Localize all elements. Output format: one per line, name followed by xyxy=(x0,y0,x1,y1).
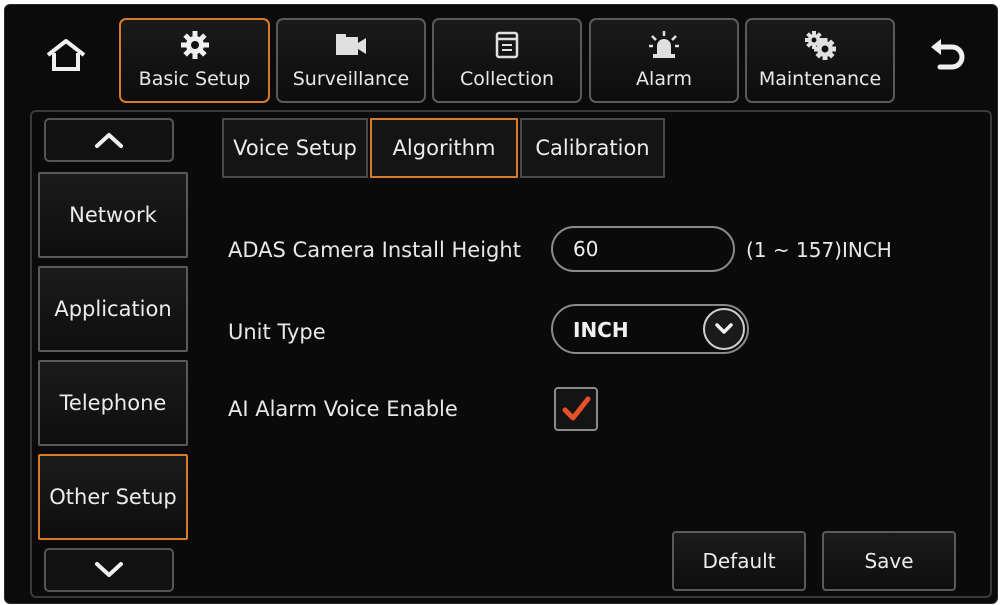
video-camera-icon xyxy=(334,28,368,62)
checkmark-icon xyxy=(562,396,591,421)
home-icon xyxy=(46,39,86,71)
sidebar-item-label: Telephone xyxy=(59,391,167,415)
scroll-down-button[interactable] xyxy=(44,548,174,592)
ai-alarm-voice-checkbox[interactable] xyxy=(554,387,598,431)
tab-alarm[interactable]: Alarm xyxy=(589,18,739,103)
tab-algorithm[interactable]: Algorithm xyxy=(370,118,518,178)
sidebar-item-label: Network xyxy=(69,203,157,227)
tab-label: Collection xyxy=(460,68,554,90)
home-button[interactable] xyxy=(36,30,96,80)
install-height-input[interactable] xyxy=(551,226,735,272)
tab-basic-setup[interactable]: Basic Setup xyxy=(119,18,270,103)
install-height-range: (1 ~ 157)INCH xyxy=(746,238,892,262)
tab-collection[interactable]: Collection xyxy=(432,18,582,103)
sidebar-item-telephone[interactable]: Telephone xyxy=(38,360,188,446)
tab-label: Calibration xyxy=(535,136,650,160)
sidebar-item-label: Other Setup xyxy=(49,485,177,509)
chevron-up-icon xyxy=(95,133,123,148)
button-label: Default xyxy=(702,549,776,573)
gear-icon xyxy=(180,28,210,62)
chevron-down-icon xyxy=(95,562,123,577)
tab-label: Voice Setup xyxy=(233,136,357,160)
alarm-light-icon xyxy=(648,28,680,62)
scroll-up-button[interactable] xyxy=(44,118,174,162)
unit-type-select[interactable]: INCH xyxy=(551,304,749,354)
tab-label: Basic Setup xyxy=(138,68,251,90)
default-button[interactable]: Default xyxy=(672,531,806,591)
save-button[interactable]: Save xyxy=(822,531,956,591)
tab-voice-setup[interactable]: Voice Setup xyxy=(222,118,368,178)
install-height-label: ADAS Camera Install Height xyxy=(228,238,521,262)
ai-alarm-voice-label: AI Alarm Voice Enable xyxy=(228,397,458,421)
tab-label: Alarm xyxy=(636,68,692,90)
unit-type-value: INCH xyxy=(573,318,629,342)
back-arrow-icon xyxy=(931,39,965,70)
sidebar-item-label: Application xyxy=(54,297,172,321)
button-label: Save xyxy=(864,549,914,573)
tab-calibration[interactable]: Calibration xyxy=(520,118,665,178)
back-button[interactable] xyxy=(918,30,978,80)
gears-icon xyxy=(803,28,837,62)
sidebar-item-network[interactable]: Network xyxy=(38,172,188,258)
tab-label: Maintenance xyxy=(758,68,882,90)
document-icon xyxy=(494,28,520,62)
tab-label: Algorithm xyxy=(392,136,496,160)
tab-label: Surveillance xyxy=(292,68,410,90)
sidebar-item-other-setup[interactable]: Other Setup xyxy=(38,454,188,540)
chevron-down-icon xyxy=(703,308,745,350)
unit-type-label: Unit Type xyxy=(228,320,326,344)
sidebar-item-application[interactable]: Application xyxy=(38,266,188,352)
tab-maintenance[interactable]: Maintenance xyxy=(745,18,895,103)
tab-surveillance[interactable]: Surveillance xyxy=(276,18,426,103)
